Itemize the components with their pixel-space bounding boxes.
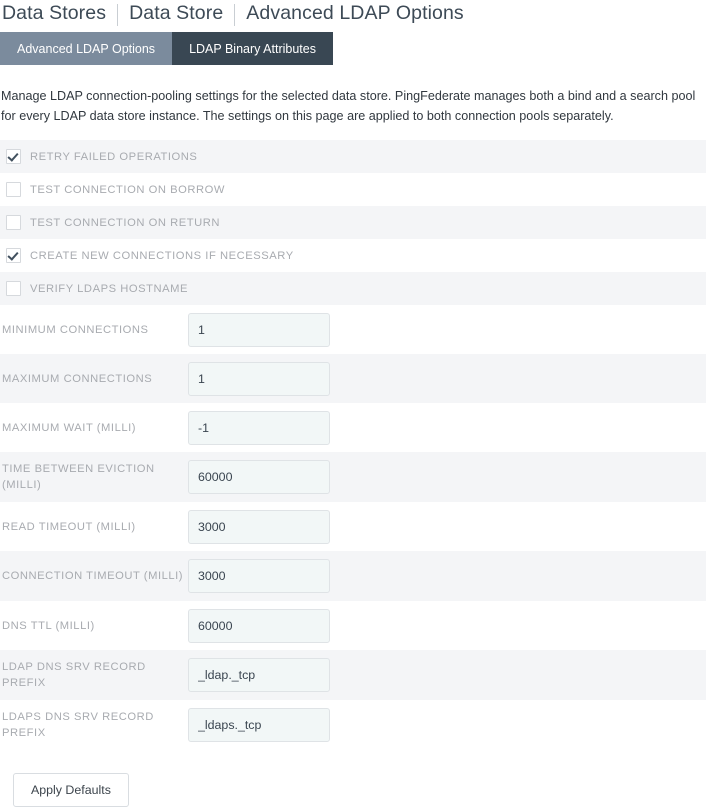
- field-row: MINIMUM CONNECTIONS: [0, 305, 706, 354]
- checkbox-cell: [0, 215, 30, 230]
- breadcrumb-item[interactable]: Data Store: [129, 0, 223, 26]
- input-read-timeout-milli[interactable]: [188, 509, 330, 544]
- field-label: LDAPS DNS SRV RECORD PREFIX: [2, 711, 154, 739]
- checkbox-label: VERIFY LDAPS HOSTNAME: [30, 282, 189, 295]
- field-label: LDAP DNS SRV RECORD PREFIX: [2, 661, 146, 689]
- field-label-cell: MAXIMUM WAIT (MILLI): [0, 420, 188, 436]
- checkbox-cell: [0, 182, 30, 197]
- field-row: MAXIMUM CONNECTIONS: [0, 354, 706, 403]
- field-label-cell: LDAP DNS SRV RECORD PREFIX: [0, 659, 188, 691]
- input-dns-ttl-milli[interactable]: [188, 608, 330, 643]
- breadcrumb-item[interactable]: Data Stores: [2, 0, 106, 26]
- field-label-cell: CONNECTION TIMEOUT (MILLI): [0, 568, 188, 584]
- field-label: DNS TTL (MILLI): [2, 619, 95, 632]
- input-maximum-connections[interactable]: [188, 361, 330, 396]
- field-label: MINIMUM CONNECTIONS: [2, 323, 149, 336]
- tab-bar: Advanced LDAP Options LDAP Binary Attribu…: [0, 32, 706, 65]
- field-row: LDAP DNS SRV RECORD PREFIX: [0, 650, 706, 700]
- field-row: MAXIMUM WAIT (MILLI): [0, 403, 706, 452]
- input-minimum-connections[interactable]: [188, 312, 330, 347]
- field-label-cell: MAXIMUM CONNECTIONS: [0, 371, 188, 387]
- checkbox-checked-icon[interactable]: [6, 149, 21, 164]
- field-input-cell: [188, 559, 330, 593]
- input-ldap-dns-srv-record-prefix[interactable]: [188, 658, 330, 692]
- field-label: TIME BETWEEN EVICTION (MILLI): [2, 463, 155, 491]
- field-input-cell: [188, 658, 330, 692]
- checkbox-cell: [0, 248, 30, 263]
- form-actions: Apply Defaults: [0, 750, 706, 807]
- checkbox-row: CREATE NEW CONNECTIONS IF NECESSARY: [0, 239, 706, 272]
- field-input-cell: [188, 460, 330, 494]
- checkbox-row: TEST CONNECTION ON RETURN: [0, 206, 706, 239]
- field-label: MAXIMUM WAIT (MILLI): [2, 421, 137, 434]
- field-label-cell: DNS TTL (MILLI): [0, 618, 188, 634]
- field-label-cell: LDAPS DNS SRV RECORD PREFIX: [0, 709, 188, 741]
- field-input-cell: [188, 608, 330, 643]
- breadcrumb-item: Advanced LDAP Options: [246, 2, 464, 24]
- field-row: DNS TTL (MILLI): [0, 601, 706, 650]
- field-input-cell: [188, 361, 330, 396]
- checkbox-label: TEST CONNECTION ON RETURN: [30, 216, 221, 229]
- checkbox-cell: [0, 281, 30, 296]
- field-input-cell: [188, 509, 330, 544]
- tab-ldap-binary-attributes[interactable]: LDAP Binary Attributes: [172, 32, 333, 65]
- checkbox-label: RETRY FAILED OPERATIONS: [30, 150, 198, 163]
- input-connection-timeout-milli[interactable]: [188, 559, 330, 593]
- field-row: READ TIMEOUT (MILLI): [0, 502, 706, 551]
- field-input-cell: [188, 410, 330, 445]
- checkbox-row: VERIFY LDAPS HOSTNAME: [0, 272, 706, 305]
- checkbox-unchecked-icon[interactable]: [6, 281, 21, 296]
- field-label-cell: MINIMUM CONNECTIONS: [0, 322, 188, 338]
- field-label: MAXIMUM CONNECTIONS: [2, 372, 153, 385]
- breadcrumb-separator: [234, 4, 236, 26]
- breadcrumb-separator: [117, 4, 119, 26]
- checkbox-label: TEST CONNECTION ON BORROW: [30, 183, 226, 196]
- checkbox-label: CREATE NEW CONNECTIONS IF NECESSARY: [30, 249, 294, 262]
- checkbox-unchecked-icon[interactable]: [6, 182, 21, 197]
- input-maximum-wait-milli[interactable]: [188, 410, 330, 445]
- field-label-cell: TIME BETWEEN EVICTION (MILLI): [0, 461, 188, 493]
- field-label-cell: READ TIMEOUT (MILLI): [0, 519, 188, 535]
- tab-advanced-ldap-options[interactable]: Advanced LDAP Options: [0, 32, 173, 65]
- breadcrumb: Data Stores Data Store Advanced LDAP Optio…: [0, 0, 706, 28]
- input-time-between-eviction-milli[interactable]: [188, 460, 330, 494]
- input-ldaps-dns-srv-record-prefix[interactable]: [188, 708, 330, 742]
- checkbox-checked-icon[interactable]: [6, 248, 21, 263]
- advanced-ldap-options-form: RETRY FAILED OPERATIONS TEST CONNECTION O…: [0, 140, 706, 750]
- field-row: LDAPS DNS SRV RECORD PREFIX: [0, 700, 706, 750]
- field-input-cell: [188, 312, 330, 347]
- field-row: TIME BETWEEN EVICTION (MILLI): [0, 452, 706, 502]
- checkbox-row: TEST CONNECTION ON BORROW: [0, 173, 706, 206]
- field-label: CONNECTION TIMEOUT (MILLI): [2, 570, 184, 582]
- field-input-cell: [188, 708, 330, 742]
- checkbox-cell: [0, 149, 30, 164]
- checkbox-row: RETRY FAILED OPERATIONS: [0, 140, 706, 173]
- field-label: READ TIMEOUT (MILLI): [2, 520, 136, 533]
- page-description: Manage LDAP connection-pooling settings …: [1, 89, 696, 123]
- field-row: CONNECTION TIMEOUT (MILLI): [0, 551, 706, 601]
- checkbox-unchecked-icon[interactable]: [6, 215, 21, 230]
